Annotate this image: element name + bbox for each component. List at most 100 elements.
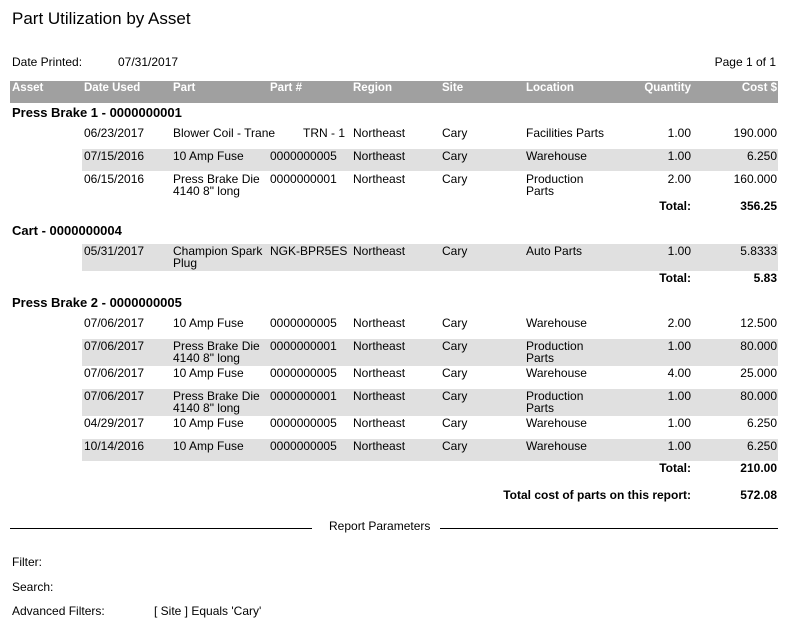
column-header-region: Region (353, 82, 392, 94)
cell-region: Northeast (353, 416, 406, 430)
cell-part: 10 Amp Fuse (173, 416, 244, 430)
cell-part: 10 Amp Fuse (173, 149, 244, 163)
grand-total-value: 572.08 (740, 488, 777, 502)
group-title: Press Brake 2 - 0000000005 (12, 295, 182, 310)
cell-quantity: 1.00 (667, 416, 691, 430)
divider-left (10, 528, 312, 529)
column-header-quantity: Quantity (644, 82, 691, 94)
cell-part: Press Brake Die 4140 8" long (173, 389, 260, 415)
cell-date: 07/06/2017 (84, 316, 145, 330)
column-header-cost: Cost $ (741, 82, 777, 94)
cell-site: Cary (442, 244, 468, 258)
cell-date: 07/15/2016 (84, 149, 145, 163)
cell-region: Northeast (353, 366, 406, 380)
cell-quantity: 2.00 (667, 172, 691, 186)
cell-location: Production Parts (526, 339, 584, 365)
column-header-location: Location (526, 82, 574, 94)
cell-location: Warehouse (526, 149, 587, 163)
cell-part: Blower Coil - Trane (173, 126, 276, 140)
cell-cost: 190.000 (733, 126, 777, 140)
cell-region: Northeast (353, 339, 406, 353)
cell-site: Cary (442, 439, 468, 453)
cell-part-number: 0000000005 (270, 149, 337, 163)
cell-date: 04/29/2017 (84, 416, 145, 430)
cell-site: Cary (442, 339, 468, 353)
cell-quantity: 1.00 (667, 339, 691, 353)
cell-location: Warehouse (526, 366, 587, 380)
cell-part-number: 0000000005 (270, 416, 337, 430)
cell-cost: 160.000 (733, 172, 777, 186)
column-header-part-number: Part # (270, 82, 302, 94)
cell-location: Production Parts (526, 389, 584, 415)
group-total-label: Total: (659, 199, 691, 213)
cell-part: Champion Spark Plug (173, 244, 263, 270)
cell-quantity: 1.00 (667, 149, 691, 163)
cell-part-number: 0000000005 (270, 366, 337, 380)
page-number: Page 1 of 1 (714, 55, 776, 69)
cell-region: Northeast (353, 439, 406, 453)
cell-part-number: 0000000001 (270, 339, 337, 353)
group-title: Press Brake 1 - 0000000001 (12, 105, 182, 120)
cell-cost: 5.8333 (740, 244, 777, 258)
cell-part-number: 0000000001 (270, 389, 337, 403)
grand-total-label: Total cost of parts on this report: (503, 488, 691, 502)
cell-region: Northeast (353, 172, 406, 186)
cell-site: Cary (442, 389, 468, 403)
cell-site: Cary (442, 416, 468, 430)
cell-part: 10 Amp Fuse (173, 316, 244, 330)
group-total-value: 5.83 (753, 271, 777, 285)
cell-region: Northeast (353, 244, 406, 258)
group-total-value: 356.25 (740, 199, 777, 213)
date-printed-label: Date Printed: (12, 55, 83, 69)
cell-cost: 80.000 (740, 339, 777, 353)
cell-date: 06/23/2017 (84, 126, 145, 140)
cell-location: Production Parts (526, 172, 584, 198)
cell-date: 07/06/2017 (84, 339, 145, 353)
cell-date: 06/15/2016 (84, 172, 145, 186)
cell-part-number: 0000000005 (270, 316, 337, 330)
cell-cost: 80.000 (740, 389, 777, 403)
group-title: Cart - 0000000004 (12, 223, 122, 238)
parameters-heading: Report Parameters (329, 519, 431, 533)
cell-cost: 25.000 (740, 366, 777, 380)
cell-location: Warehouse (526, 316, 587, 330)
cell-part: 10 Amp Fuse (173, 439, 244, 453)
filter-label: Filter: (12, 555, 42, 569)
cell-quantity: 2.00 (667, 316, 691, 330)
cell-part: 10 Amp Fuse (173, 366, 244, 380)
column-header-asset: Asset (12, 82, 44, 94)
cell-part-number: TRN - 1 (303, 126, 345, 140)
cell-region: Northeast (353, 316, 406, 330)
cell-date: 07/06/2017 (84, 389, 145, 403)
cell-site: Cary (442, 149, 468, 163)
cell-part-number: 0000000005 (270, 439, 337, 453)
column-header-date-used: Date Used (84, 82, 141, 94)
cell-quantity: 1.00 (667, 126, 691, 140)
cell-part-number: NGK-BPR5ES (270, 244, 348, 258)
cell-quantity: 4.00 (667, 366, 691, 380)
cell-part: Press Brake Die 4140 8" long (173, 172, 260, 198)
cell-location: Facilities Parts (526, 126, 605, 140)
cell-quantity: 1.00 (667, 439, 691, 453)
column-header-part: Part (173, 82, 196, 94)
cell-date: 10/14/2016 (84, 439, 145, 453)
search-label: Search: (12, 580, 54, 594)
column-header-site: Site (442, 82, 464, 94)
cell-part-number: 0000000001 (270, 172, 337, 186)
cell-part: Press Brake Die 4140 8" long (173, 339, 260, 365)
cell-cost: 12.500 (740, 316, 777, 330)
cell-site: Cary (442, 366, 468, 380)
cell-region: Northeast (353, 389, 406, 403)
cell-region: Northeast (353, 126, 406, 140)
cell-date: 07/06/2017 (84, 366, 145, 380)
report-title: Part Utilization by Asset (12, 9, 191, 28)
group-total-value: 210.00 (740, 461, 777, 475)
cell-location: Warehouse (526, 439, 587, 453)
cell-cost: 6.250 (746, 439, 777, 453)
cell-cost: 6.250 (746, 416, 777, 430)
cell-date: 05/31/2017 (84, 244, 145, 258)
cell-site: Cary (442, 316, 468, 330)
cell-region: Northeast (353, 149, 406, 163)
cell-quantity: 1.00 (667, 244, 691, 258)
divider-right (440, 528, 778, 529)
